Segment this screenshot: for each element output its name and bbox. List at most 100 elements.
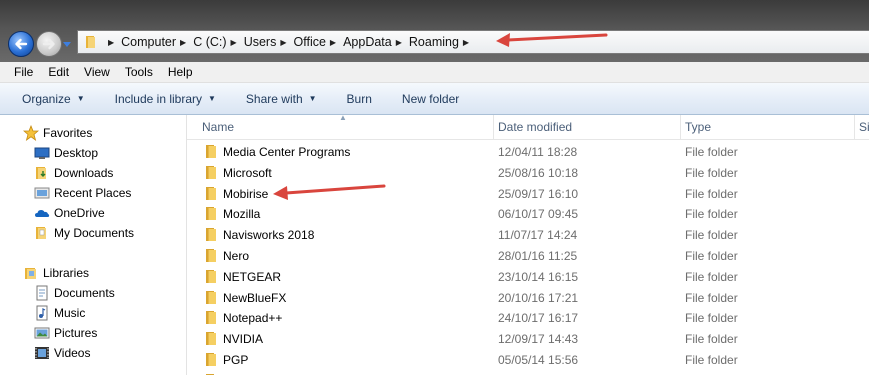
menu-edit[interactable]: Edit [41, 65, 77, 79]
file-type: File folder [685, 249, 738, 263]
breadcrumb-separator-icon[interactable]: ▶ [180, 38, 186, 47]
forward-button[interactable] [36, 31, 62, 57]
file-type: File folder [685, 269, 738, 284]
breadcrumb-separator-icon[interactable]: ▶ [108, 38, 114, 47]
address-bar[interactable]: ▶ Computer ▶ C (C:) ▶ Users ▶ Office ▶ AppData ▶ Ro… [77, 30, 869, 54]
file-type: File folder [685, 186, 738, 201]
back-button[interactable] [8, 31, 34, 57]
breadcrumb-separator-icon[interactable]: ▶ [231, 38, 237, 47]
file-name: NVIDIA [223, 332, 264, 347]
file-date-modified: 25/08/16 10:18 [498, 165, 579, 180]
folder-icon [204, 331, 219, 349]
file-date-modified: 11/07/17 14:24 [498, 228, 578, 243]
libraries-icon [23, 265, 39, 281]
column-header-type[interactable]: Type [685, 120, 711, 134]
nav-item-desktop[interactable]: Desktop [34, 143, 98, 163]
table-row[interactable]: NVIDIA 12/09/17 14:43 File folder [187, 328, 869, 349]
desktop-icon [34, 145, 50, 161]
table-row[interactable]: Nero 28/01/16 11:25 File folder [187, 245, 869, 266]
command-bar: Organize ▼ Include in library ▼ Share wi… [0, 83, 869, 115]
nav-item-pictures[interactable]: Pictures [34, 323, 97, 343]
folder-icon [86, 36, 95, 48]
file-name: PGP [223, 353, 249, 367]
breadcrumb-item[interactable]: ▶ Office [276, 35, 326, 49]
folder-icon [204, 352, 219, 370]
nav-item-onedrive[interactable]: OneDrive [34, 203, 105, 223]
breadcrumb-item[interactable]: ▶ Roaming [392, 35, 459, 49]
menu-view[interactable]: View [77, 65, 118, 79]
nav-item-label: Desktop [54, 146, 99, 160]
breadcrumb-label: Roaming [408, 35, 459, 49]
share-with-label: Share with [245, 91, 303, 106]
sort-ascending-icon: ▲ [339, 115, 347, 122]
file-date-modified: 05/05/14 15:56 [498, 353, 579, 367]
table-row[interactable]: PGP 05/05/14 15:56 File folder [187, 349, 869, 370]
file-date-modified: 23/10/14 16:15 [498, 269, 579, 284]
breadcrumb-separator-icon[interactable]: ▶ [330, 38, 336, 47]
breadcrumb-item[interactable]: ▶ AppData [326, 35, 392, 49]
file-name: Mobirise [223, 186, 269, 201]
chevron-down-icon: ▼ [308, 94, 317, 103]
file-name: Notepad++ [223, 311, 283, 326]
menu-file[interactable]: File [0, 65, 41, 79]
menu-tools[interactable]: Tools [118, 65, 161, 79]
table-row[interactable]: Media Center Programs 12/04/11 18:28 File … [187, 141, 869, 162]
onedrive-cloud-icon [34, 205, 50, 221]
breadcrumb-item[interactable]: ▶ C (C:) [176, 35, 226, 49]
file-name: Media Center Programs [223, 145, 351, 159]
column-header-date-modified[interactable]: Date modified [498, 120, 572, 134]
recent-pages-dropdown-icon[interactable] [63, 40, 71, 48]
share-with-button[interactable]: Share with ▼ [246, 92, 317, 106]
file-date-modified: 12/09/17 14:43 [498, 332, 579, 347]
nav-item-label: My Documents [54, 226, 135, 240]
column-divider[interactable] [854, 115, 855, 139]
menu-help[interactable]: Help [161, 65, 201, 79]
breadcrumb-item[interactable]: ▶ Users [227, 35, 277, 49]
table-row[interactable]: Microsoft 25/08/16 10:18 File folder [187, 162, 869, 183]
nav-item-videos[interactable]: Videos [34, 343, 90, 363]
breadcrumb-label: Users [243, 35, 277, 49]
chevron-down-icon: ▼ [208, 94, 216, 103]
table-row[interactable]: Mobirise 25/09/17 16:10 File folder [187, 183, 869, 204]
file-type: File folder [685, 290, 738, 305]
burn-button[interactable]: Burn [347, 92, 372, 106]
chevron-down-icon: ▼ [76, 94, 85, 103]
column-header-size[interactable]: Si [859, 120, 869, 134]
downloads-folder-icon [34, 165, 50, 181]
breadcrumb-item[interactable]: ▶ Computer [104, 35, 176, 49]
nav-favorites[interactable]: Favorites [22, 123, 92, 143]
back-arrow-icon [15, 38, 28, 50]
nav-item-label: Recent Places [54, 186, 132, 200]
column-divider[interactable] [680, 115, 681, 139]
pictures-library-icon [34, 325, 50, 341]
nav-item-my-documents[interactable]: My Documents [34, 223, 134, 243]
table-row[interactable]: Notepad++ 24/10/17 16:17 File folder [187, 307, 869, 328]
breadcrumb-separator-icon[interactable]: ▶ [280, 38, 286, 47]
nav-item-recent-places[interactable]: Recent Places [34, 183, 131, 203]
folder-icon [204, 290, 219, 308]
table-row[interactable] [187, 370, 869, 375]
include-in-library-label: Include in library [114, 91, 202, 106]
organize-button[interactable]: Organize ▼ [22, 92, 85, 106]
folder-icon [204, 248, 219, 266]
column-header-name[interactable]: Name [202, 120, 234, 134]
nav-libraries[interactable]: Libraries [23, 263, 89, 283]
nav-item-documents[interactable]: Documents [34, 283, 115, 303]
file-date-modified: 12/04/11 18:28 [498, 145, 578, 159]
breadcrumb-separator-icon[interactable]: ▶ [463, 38, 469, 47]
table-row[interactable]: NETGEAR 23/10/14 16:15 File folder [187, 266, 869, 287]
nav-item-downloads[interactable]: Downloads [34, 163, 113, 183]
column-divider[interactable] [493, 115, 494, 139]
new-folder-button[interactable]: New folder [402, 92, 459, 106]
file-name: Microsoft [223, 165, 272, 180]
file-name: NewBlueFX [223, 290, 287, 305]
breadcrumb-label: C (C:) [193, 35, 227, 49]
videos-library-icon [34, 345, 50, 361]
breadcrumb-separator-icon[interactable]: ▶ [396, 38, 402, 47]
table-row[interactable]: Mozilla 06/10/17 09:45 File folder [187, 203, 869, 224]
include-in-library-button[interactable]: Include in library ▼ [115, 92, 216, 106]
table-row[interactable]: NewBlueFX 20/10/16 17:21 File folder [187, 287, 869, 308]
table-row[interactable]: Navisworks 2018 11/07/17 14:24 File folder [187, 224, 869, 245]
file-name: NETGEAR [223, 269, 282, 284]
nav-item-music[interactable]: Music [34, 303, 85, 323]
